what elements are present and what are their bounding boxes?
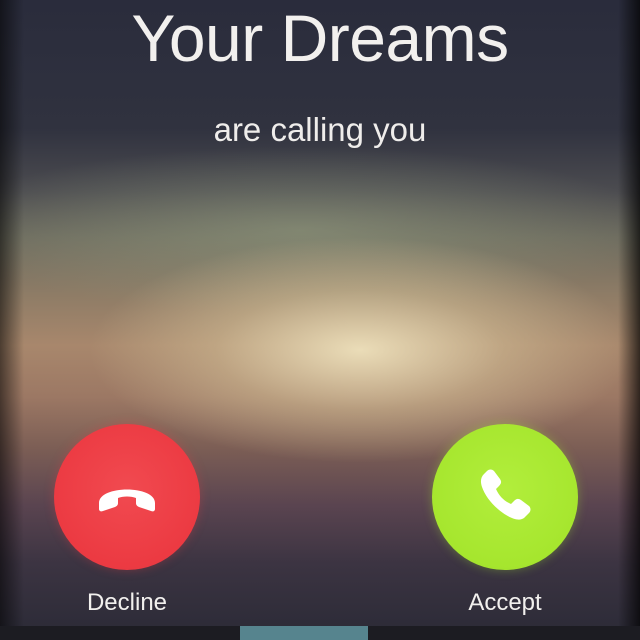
accept-button[interactable] — [432, 424, 578, 570]
accept-label: Accept — [468, 589, 542, 616]
screen-edge-shadow-left — [0, 0, 24, 640]
incoming-call-screen: Your Dreams are calling you Decline Acce… — [0, 0, 640, 640]
decline-button[interactable] — [54, 424, 200, 570]
call-status-text: are calling you — [213, 111, 427, 148]
caller-name: Your Dreams — [131, 1, 509, 75]
screen-edge-shadow-right — [618, 0, 640, 640]
bottom-strip-accent — [240, 626, 368, 640]
decline-label: Decline — [86, 589, 168, 616]
phone-icon — [473, 463, 537, 532]
phone-hangup-icon — [91, 475, 163, 520]
